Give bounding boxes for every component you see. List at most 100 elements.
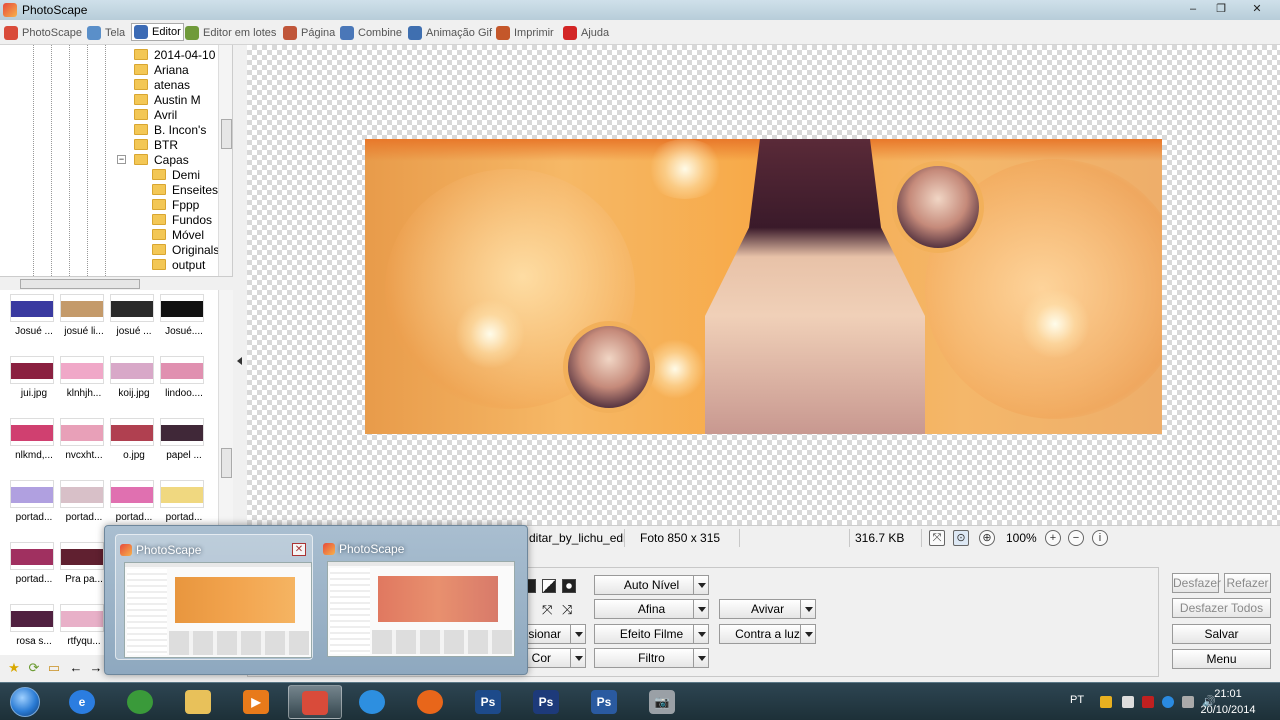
sharpen-button[interactable]: Afina [594, 599, 709, 619]
zoom-fit-icon[interactable]: ⊕ [979, 530, 995, 546]
taskbar-photoshop-3[interactable]: Ps [578, 685, 632, 719]
thumbnail-item[interactable]: o.jpg [109, 418, 159, 478]
collapse-arrow-icon[interactable] [237, 357, 242, 365]
backlight-dropdown[interactable] [800, 624, 816, 644]
save-button[interactable]: Salvar [1172, 624, 1271, 644]
thumbnail-item[interactable]: Josué ... [9, 294, 59, 354]
thumbnail-item[interactable]: nvcxht... [59, 418, 109, 478]
tab-tela[interactable]: Tela [87, 24, 125, 42]
thumbnail-item[interactable]: portad... [59, 480, 109, 540]
minimize-button[interactable]: – [1182, 1, 1204, 17]
tree-item[interactable]: Fppp [152, 197, 199, 212]
thumbnail-item[interactable]: nlkmd,... [9, 418, 59, 478]
frame-round-icon[interactable] [562, 579, 576, 593]
auto-level-button[interactable]: Auto Nível [594, 575, 709, 595]
tree-item[interactable]: 2014-04-10 ( [134, 47, 223, 62]
filter-button[interactable]: Filtro [594, 648, 709, 668]
tab-imprimir[interactable]: Imprimir [496, 24, 554, 42]
brighten-dropdown[interactable] [800, 599, 816, 619]
thumbnail-item[interactable]: rosa s... [9, 604, 59, 655]
tab-p-gina[interactable]: Página [283, 24, 335, 42]
tree-item[interactable]: BTR [134, 137, 178, 152]
color-dropdown[interactable] [570, 648, 586, 668]
tree-item[interactable]: Demi [152, 167, 200, 182]
tree-item[interactable]: Capas [134, 152, 189, 167]
flag-icon[interactable] [1122, 696, 1134, 708]
tab-anima-o-gif[interactable]: Animação Gif [408, 24, 492, 42]
collapse-toggle-icon[interactable]: − [117, 155, 126, 164]
tree-item[interactable]: atenas [134, 77, 190, 92]
tree-horizontal-scrollbar[interactable] [0, 276, 233, 290]
taskbar-media-player[interactable]: ▶ [230, 685, 284, 719]
thumbnail-item[interactable]: koij.jpg [109, 356, 159, 416]
folder-icon[interactable]: ▭ [46, 661, 62, 675]
auto-level-dropdown[interactable] [693, 575, 709, 595]
thumbnail-item[interactable]: klnhjh... [59, 356, 109, 416]
thumbnail-item[interactable]: josué ... [109, 294, 159, 354]
sharpen-dropdown[interactable] [693, 599, 709, 619]
menu-button[interactable]: Menu [1172, 649, 1271, 669]
update-icon[interactable] [1162, 696, 1174, 708]
window-preview-2[interactable]: PhotoScape [319, 534, 517, 660]
taskbar-chrome[interactable] [114, 685, 168, 719]
filter-dropdown[interactable] [693, 648, 709, 668]
zoom-in-icon[interactable]: + [1045, 530, 1061, 546]
back-arrow-icon[interactable]: ← [68, 661, 84, 675]
actual-size-icon[interactable]: ⊙ [953, 530, 969, 546]
backlight-button[interactable]: Contra a luz [719, 624, 816, 644]
thumbnail-item[interactable]: papel ... [159, 418, 209, 478]
undo-all-button[interactable]: Desfazer Todos [1172, 598, 1271, 618]
thumbnail-item[interactable]: rtfyqu... [59, 604, 109, 655]
tree-item[interactable]: Ariana [134, 62, 189, 77]
antivirus-icon[interactable] [1142, 696, 1154, 708]
brighten-button[interactable]: Avivar [719, 599, 816, 619]
thumbnail-item[interactable]: josué li... [59, 294, 109, 354]
taskbar-safari-like[interactable] [346, 685, 400, 719]
tree-item[interactable]: Avril [134, 107, 177, 122]
thumbnail-item[interactable]: portad... [9, 542, 59, 602]
film-effect-button[interactable]: Efeito Filme [594, 624, 709, 644]
resize-dropdown[interactable] [570, 624, 586, 644]
thumbnail-item[interactable]: jui.jpg [9, 356, 59, 416]
taskbar-camera[interactable]: 📷 [636, 685, 690, 719]
redo-button[interactable]: Refazer [1224, 573, 1271, 593]
thumbnail-item[interactable]: lindoo.... [159, 356, 209, 416]
fit-window-icon[interactable]: ⤧ [929, 530, 945, 546]
window-preview-1[interactable]: PhotoScape ✕ [115, 534, 313, 660]
tab-editor[interactable]: Editor [131, 23, 184, 41]
tree-item[interactable]: Austin M [134, 92, 201, 107]
tree-item[interactable]: output [152, 257, 205, 272]
star-icon[interactable]: ★ [6, 661, 22, 675]
thumbnail-item[interactable]: Josué.... [159, 294, 209, 354]
film-effect-dropdown[interactable] [693, 624, 709, 644]
tree-item[interactable]: Enseites [152, 182, 218, 197]
tree-item[interactable]: Móvel [152, 227, 204, 242]
refresh-icon[interactable]: ⟳ [26, 661, 42, 675]
tree-item[interactable]: Fundos [152, 212, 212, 227]
scroll-thumb[interactable] [221, 119, 232, 149]
editor-canvas[interactable] [247, 45, 1280, 525]
device-icon[interactable] [1182, 696, 1194, 708]
tree-item[interactable]: B. Incon's [134, 122, 206, 137]
notification-icon[interactable] [1100, 696, 1112, 708]
tab-combine[interactable]: Combine [340, 24, 402, 42]
start-button[interactable] [4, 685, 46, 719]
scroll-thumb[interactable] [221, 448, 232, 478]
close-button[interactable]: ✕ [1246, 1, 1268, 17]
forward-arrow-icon[interactable]: → [88, 661, 104, 675]
zoom-out-icon[interactable]: − [1068, 530, 1084, 546]
folder-tree[interactable]: − 2014-04-10 (Ariana atenas Austin M Avril B… [0, 45, 233, 276]
close-preview-icon[interactable]: ✕ [292, 543, 306, 556]
clock-time[interactable]: 21:01 [1198, 688, 1258, 700]
language-indicator[interactable]: PT [1070, 694, 1084, 706]
tab-editor-em-lotes[interactable]: Editor em lotes [185, 24, 276, 42]
taskbar-photoscape[interactable] [288, 685, 342, 719]
tree-scrollbar[interactable] [218, 45, 232, 276]
info-icon[interactable]: i [1092, 530, 1108, 546]
scroll-thumb[interactable] [20, 279, 140, 289]
rotate-flip-icon[interactable]: ⤨ [562, 602, 572, 618]
maximize-button[interactable]: ❐ [1210, 1, 1232, 17]
clock-date[interactable]: 20/10/2014 [1198, 704, 1258, 716]
crop-resize-icon[interactable]: ⤧ [542, 602, 552, 618]
thumbnail-item[interactable]: Pra pa... [59, 542, 109, 602]
